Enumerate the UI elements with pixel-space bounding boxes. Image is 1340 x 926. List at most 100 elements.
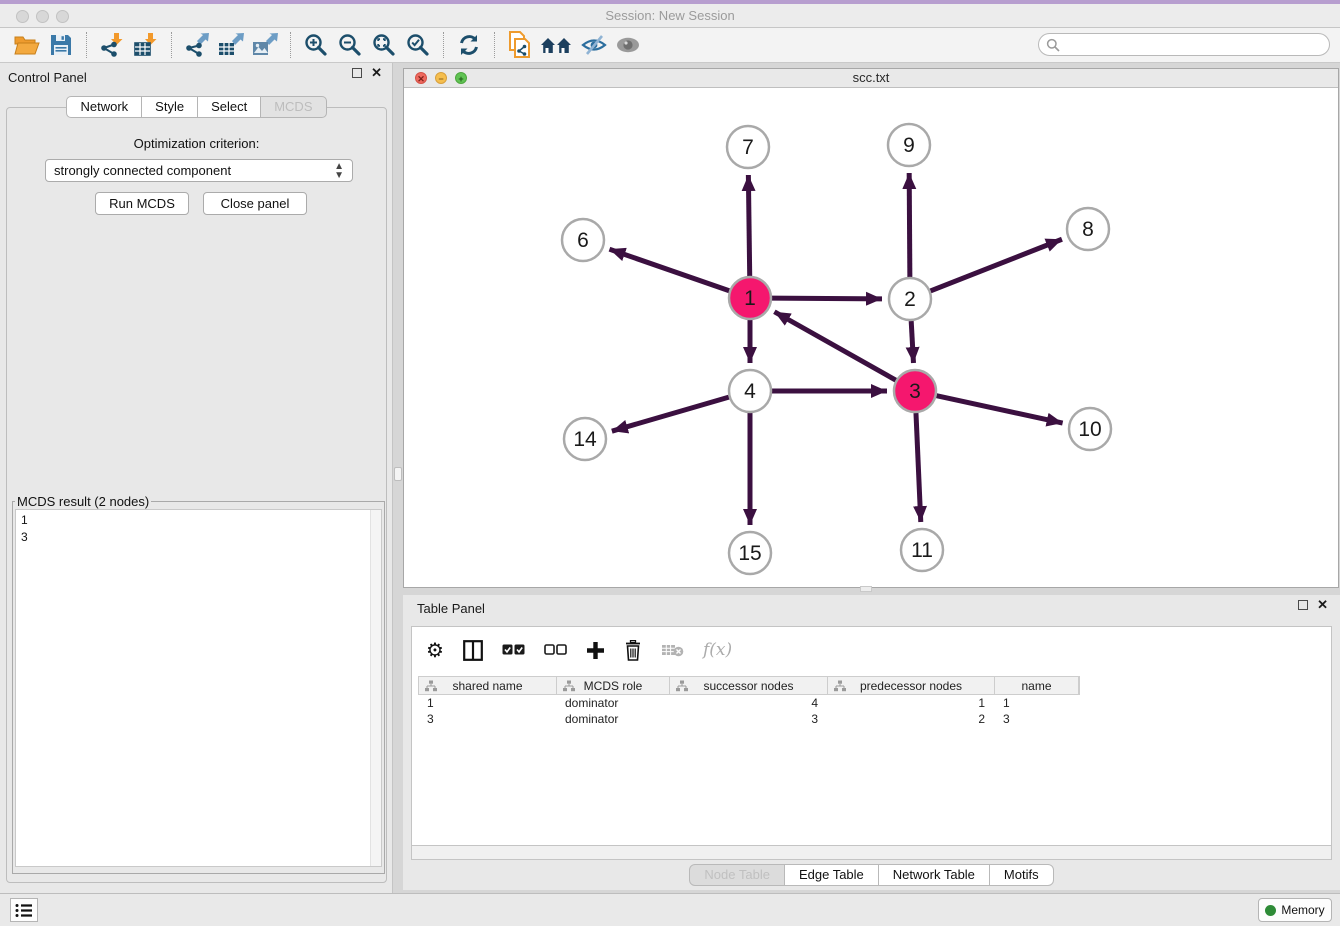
graph-node-9[interactable]: 9 xyxy=(888,124,930,166)
table-panel-title: Table Panel xyxy=(417,601,485,616)
graph-edge-4-14[interactable] xyxy=(612,397,729,431)
column-header-shared-name[interactable]: shared name xyxy=(419,677,557,694)
zoom-selected-button[interactable] xyxy=(401,30,435,60)
cell-predecessor-nodes: 2 xyxy=(827,711,994,727)
eye-slash-icon xyxy=(581,33,607,57)
close-button[interactable] xyxy=(16,10,29,23)
task-history-button[interactable] xyxy=(10,898,38,922)
plus-icon[interactable] xyxy=(586,641,605,660)
graph-edge-2-9[interactable] xyxy=(909,173,910,277)
destroy-network-button[interactable] xyxy=(537,30,577,60)
zoom-out-button[interactable] xyxy=(333,30,367,60)
table-row[interactable]: 1dominator411 xyxy=(418,695,1080,711)
cell-predecessor-nodes: 1 xyxy=(827,695,994,711)
cell-mcds-role: dominator xyxy=(556,695,669,711)
graph-edge-1-7[interactable] xyxy=(748,175,749,276)
export-image-button[interactable] xyxy=(248,30,282,60)
graph-node-14[interactable]: 14 xyxy=(564,418,606,460)
graph-node-2[interactable]: 2 xyxy=(889,278,931,320)
float-panel-icon[interactable] xyxy=(352,68,362,78)
control-panel: Control Panel ✕ NetworkStyleSelectMCDS O… xyxy=(0,63,393,893)
horizontal-split-grip[interactable] xyxy=(860,586,872,592)
checked-boxes-icon[interactable] xyxy=(502,644,525,656)
network-minimize-button[interactable]: − xyxy=(435,72,447,84)
column-header-predecessor-nodes[interactable]: predecessor nodes xyxy=(828,677,995,694)
criterion-dropdown[interactable]: strongly connected component ▲▼ xyxy=(45,159,353,182)
graph-edge-3-1[interactable] xyxy=(774,312,895,380)
zoom-button[interactable] xyxy=(56,10,69,23)
attribute-tree-icon xyxy=(834,680,846,695)
duplicate-network-button[interactable] xyxy=(503,30,537,60)
graph-edge-1-6[interactable] xyxy=(609,249,729,291)
minimize-button[interactable] xyxy=(36,10,49,23)
column-header-name[interactable]: name xyxy=(995,677,1079,694)
refresh-button[interactable] xyxy=(452,30,486,60)
split-divider-grip[interactable] xyxy=(394,467,402,481)
table-toolbar: ⚙ f(x) xyxy=(426,635,732,665)
tab-select[interactable]: Select xyxy=(197,96,261,118)
toolbar-separator xyxy=(86,32,87,58)
float-panel-icon[interactable] xyxy=(1298,600,1308,610)
graph-node-3[interactable]: 3 xyxy=(894,370,936,412)
mcds-result-text: 1 3 xyxy=(16,510,381,548)
table-horizontal-scrollbar[interactable] xyxy=(411,846,1332,860)
hide-details-button[interactable] xyxy=(611,30,645,60)
trash-icon[interactable] xyxy=(624,640,642,661)
graph-node-11[interactable]: 11 xyxy=(901,529,943,571)
mcds-result-area[interactable]: 1 3 xyxy=(15,509,382,867)
close-panel-icon[interactable]: ✕ xyxy=(371,68,382,78)
function-icon[interactable]: f(x) xyxy=(703,640,732,660)
graph-node-8[interactable]: 8 xyxy=(1067,208,1109,250)
column-header-successor-nodes[interactable]: successor nodes xyxy=(670,677,828,694)
graph-edge-3-11[interactable] xyxy=(916,413,921,522)
graph-node-7[interactable]: 7 xyxy=(727,126,769,168)
close-panel-icon[interactable]: ✕ xyxy=(1317,600,1328,610)
export-network-button[interactable] xyxy=(180,30,214,60)
export-table-button[interactable] xyxy=(214,30,248,60)
result-scrollbar[interactable] xyxy=(370,510,381,866)
save-session-button[interactable] xyxy=(44,30,78,60)
import-network-button[interactable] xyxy=(95,30,129,60)
search-field[interactable] xyxy=(1038,33,1330,56)
gear-icon[interactable]: ⚙ xyxy=(426,638,444,663)
open-session-button[interactable] xyxy=(10,30,44,60)
graph-node-10[interactable]: 10 xyxy=(1069,408,1111,450)
network-graph[interactable]: 1 2 3 4 6 7 8 9 10 11 14 15 xyxy=(404,89,1338,588)
tab-motifs[interactable]: Motifs xyxy=(989,864,1054,886)
graph-edge-2-8[interactable] xyxy=(930,239,1061,291)
tab-edge-table[interactable]: Edge Table xyxy=(784,864,879,886)
graph-node-6[interactable]: 6 xyxy=(562,219,604,261)
graph-edge-1-2[interactable] xyxy=(772,298,882,299)
tab-style[interactable]: Style xyxy=(141,96,198,118)
close-panel-button[interactable]: Close panel xyxy=(203,192,307,215)
zoom-in-button[interactable] xyxy=(299,30,333,60)
column-header-label: shared name xyxy=(452,679,522,693)
graph-node-4[interactable]: 4 xyxy=(729,370,771,412)
graph-node-15[interactable]: 15 xyxy=(729,532,771,574)
column-header-mcds-role[interactable]: MCDS role xyxy=(557,677,670,694)
zoom-fit-button[interactable] xyxy=(367,30,401,60)
network-view-window: ✕ − + scc.txt 1 2 3 4 6 7 8 9 10 11 14 15 xyxy=(403,68,1339,588)
network-zoom-button[interactable]: + xyxy=(455,72,467,84)
import-table-button[interactable] xyxy=(129,30,163,60)
graph-node-1[interactable]: 1 xyxy=(729,277,771,319)
show-hide-style-button[interactable] xyxy=(577,30,611,60)
network-close-button[interactable]: ✕ xyxy=(415,72,427,84)
memory-button[interactable]: Memory xyxy=(1258,898,1332,922)
search-input[interactable] xyxy=(1060,36,1329,54)
tab-network[interactable]: Network xyxy=(66,96,142,118)
tab-node-table[interactable]: Node Table xyxy=(689,864,785,886)
run-mcds-button[interactable]: Run MCDS xyxy=(95,192,189,215)
table-row[interactable]: 3dominator323 xyxy=(418,711,1080,727)
tab-mcds[interactable]: MCDS xyxy=(260,96,326,118)
graph-edge-3-10[interactable] xyxy=(936,396,1062,423)
delete-table-icon[interactable] xyxy=(661,643,684,657)
unchecked-boxes-icon[interactable] xyxy=(544,644,567,656)
save-icon xyxy=(50,34,72,56)
tab-network-table[interactable]: Network Table xyxy=(878,864,990,886)
network-window-titlebar: ✕ − + scc.txt xyxy=(404,69,1338,88)
table-panel: Table Panel ✕ ⚙ f(x) shared name MCDS rol… xyxy=(403,595,1340,890)
column-header-label: predecessor nodes xyxy=(860,679,962,693)
graph-edge-2-3[interactable] xyxy=(911,321,913,363)
columns-icon[interactable] xyxy=(463,640,483,661)
